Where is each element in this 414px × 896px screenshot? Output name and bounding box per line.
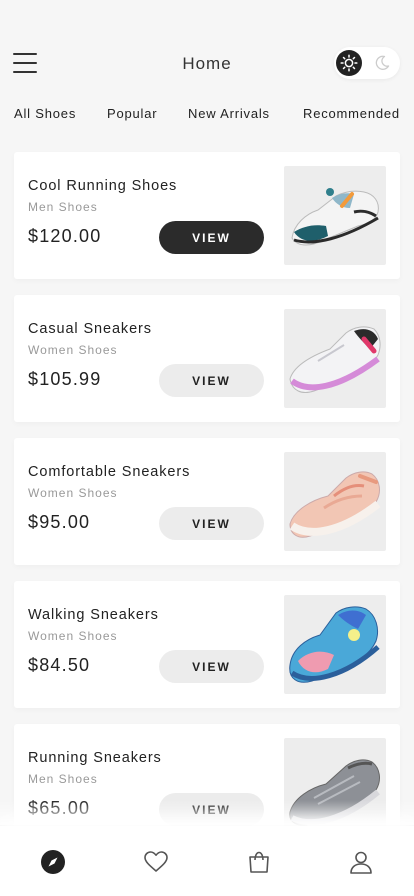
tab-all-shoes[interactable]: All Shoes (14, 106, 76, 121)
tab-popular[interactable]: Popular (107, 106, 157, 121)
product-price: $84.50 (28, 655, 91, 675)
product-name: Running Sneakers (28, 750, 162, 766)
tab-recommended[interactable]: Recommended (303, 106, 400, 121)
product-name: Cool Running Shoes (28, 178, 178, 194)
product-name: Casual Sneakers (28, 321, 152, 337)
product-category: Women Shoes (28, 486, 118, 500)
user-icon[interactable] (347, 848, 375, 876)
product-image[interactable] (284, 738, 386, 837)
product-card[interactable]: Casual Sneakers Women Shoes $105.99 VIEW (14, 295, 400, 422)
product-price: $105.99 (28, 369, 102, 389)
moon-icon[interactable] (370, 51, 394, 75)
compass-icon[interactable] (39, 848, 67, 876)
product-name: Comfortable Sneakers (28, 464, 191, 480)
theme-toggle[interactable] (334, 47, 400, 79)
view-button[interactable]: VIEW (159, 221, 264, 254)
product-name: Walking Sneakers (28, 607, 159, 623)
product-category: Men Shoes (28, 200, 98, 214)
product-category: Women Shoes (28, 629, 118, 643)
tab-new-arrivals[interactable]: New Arrivals (188, 106, 270, 121)
product-category: Men Shoes (28, 772, 98, 786)
product-image[interactable] (284, 595, 386, 694)
product-image[interactable] (284, 309, 386, 408)
sun-icon[interactable] (336, 50, 362, 76)
product-card[interactable]: Walking Sneakers Women Shoes $84.50 VIEW (14, 581, 400, 708)
product-image[interactable] (284, 452, 386, 551)
bottom-navigation (0, 826, 414, 896)
shopping-bag-icon[interactable] (245, 848, 273, 876)
view-button[interactable]: VIEW (159, 507, 264, 540)
product-card[interactable]: Comfortable Sneakers Women Shoes $95.00 … (14, 438, 400, 565)
view-button[interactable]: VIEW (159, 793, 264, 826)
product-image[interactable] (284, 166, 386, 265)
product-price: $65.00 (28, 798, 91, 818)
view-button[interactable]: VIEW (159, 650, 264, 683)
app-header: Home (0, 0, 414, 90)
product-price: $120.00 (28, 226, 102, 246)
product-price: $95.00 (28, 512, 91, 532)
category-tabs: All Shoes Popular New Arrivals Recommend… (0, 106, 414, 124)
product-card[interactable]: Cool Running Shoes Men Shoes $120.00 VIE… (14, 152, 400, 279)
product-category: Women Shoes (28, 343, 118, 357)
heart-icon[interactable] (142, 848, 170, 876)
view-button[interactable]: VIEW (159, 364, 264, 397)
